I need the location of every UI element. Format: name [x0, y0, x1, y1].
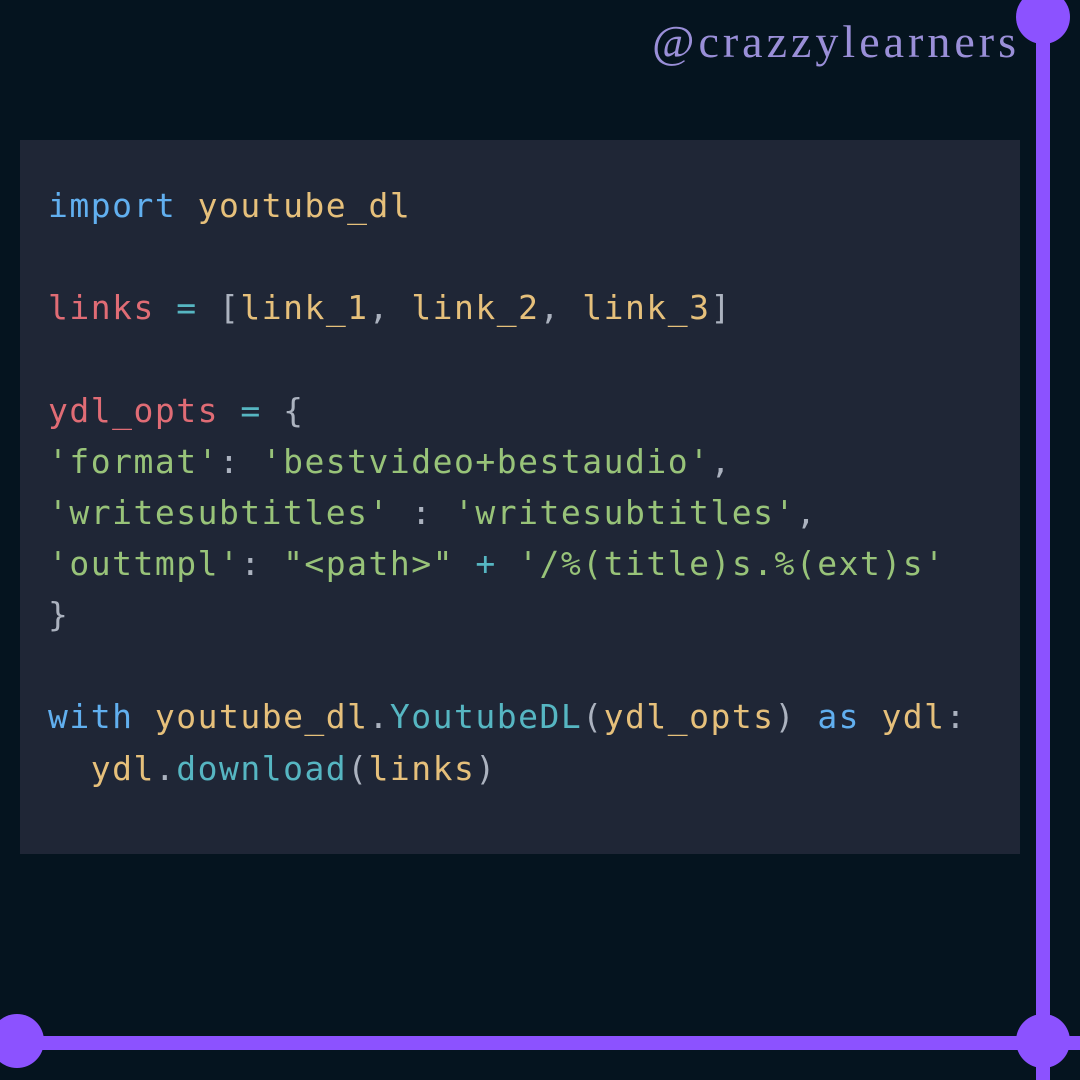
account-handle: @crazzylearners — [0, 15, 1020, 68]
decor-dot-top-right — [1016, 0, 1070, 44]
code-content: import youtube_dl links = [link_1, link_… — [48, 180, 992, 794]
decor-dot-bottom-right — [1016, 1014, 1070, 1068]
decor-vertical-line — [1036, 0, 1050, 1080]
code-block: import youtube_dl links = [link_1, link_… — [20, 140, 1020, 854]
decor-dot-bottom-left — [0, 1014, 44, 1068]
decor-horizontal-line — [0, 1036, 1080, 1050]
